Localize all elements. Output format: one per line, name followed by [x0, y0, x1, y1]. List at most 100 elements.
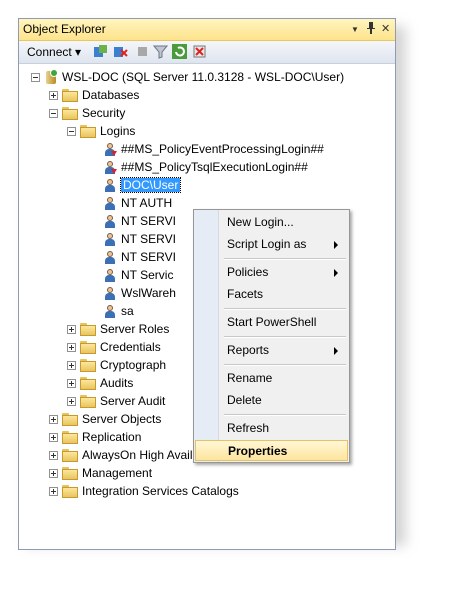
tree-node-server-objects[interactable]: Server Objects	[49, 410, 161, 428]
expand-icon[interactable]	[49, 414, 58, 424]
login-label: DOC\User	[119, 177, 182, 193]
expand-icon[interactable]	[49, 90, 58, 100]
tree-node-label: Replication	[82, 430, 142, 444]
login-item[interactable]: ##MS_PolicyTsqlExecutionLogin##	[103, 158, 308, 176]
login-label: ##MS_PolicyTsqlExecutionLogin##	[121, 160, 308, 174]
menu-separator	[224, 364, 346, 366]
menu-item-start-powershell[interactable]: Start PowerShell	[195, 312, 348, 333]
folder-icon	[62, 88, 78, 102]
login-item[interactable]: WslWareh	[103, 284, 176, 302]
panel-title: Object Explorer	[23, 22, 106, 36]
collapse-icon[interactable]	[49, 108, 58, 118]
tree-node-label: Integration Services Catalogs	[82, 484, 239, 498]
tree-node-label: Security	[82, 106, 126, 120]
tree-node-server[interactable]: WSL-DOC (SQL Server 11.0.3128 - WSL-DOC\…	[31, 68, 344, 86]
login-icon	[103, 214, 117, 229]
expand-icon[interactable]	[67, 378, 76, 388]
menu-item-delete[interactable]: Delete	[195, 390, 348, 411]
expand-icon[interactable]	[49, 486, 58, 496]
expand-icon[interactable]	[49, 468, 58, 478]
login-icon	[103, 286, 117, 301]
folder-icon	[80, 322, 96, 336]
folder-icon	[62, 106, 78, 120]
menu-item-facets[interactable]: Facets	[195, 284, 348, 305]
login-label: NT Servic	[121, 268, 174, 282]
menu-item-properties[interactable]: Properties	[195, 440, 348, 461]
submenu-arrow-icon	[334, 269, 338, 277]
tree-node-credentials[interactable]: Credentials	[67, 338, 161, 356]
server-icon	[44, 69, 58, 85]
expand-icon[interactable]	[49, 450, 58, 460]
filter-icon[interactable]	[152, 44, 169, 59]
stop-icon[interactable]	[135, 44, 150, 59]
expand-icon[interactable]	[49, 432, 58, 442]
tree-node-audits[interactable]: Audits	[67, 374, 133, 392]
login-item[interactable]: NT AUTH	[103, 194, 172, 212]
expand-icon[interactable]	[67, 360, 76, 370]
login-icon	[103, 232, 117, 247]
menu-item-reports[interactable]: Reports	[195, 340, 348, 361]
delete-icon[interactable]	[192, 44, 207, 59]
toolbar: Connect ▾	[19, 41, 395, 64]
window-position-dropdown-icon[interactable]: ▼	[351, 25, 359, 34]
tree-node-cryptographic[interactable]: Cryptograph	[67, 356, 166, 374]
tree-node-replication[interactable]: Replication	[49, 428, 141, 446]
tree-node-label: Server Roles	[100, 322, 170, 336]
tree-node-label: Credentials	[100, 340, 161, 354]
tree-node-databases[interactable]: Databases	[49, 86, 139, 104]
tree-node-label: Server Audit	[100, 394, 166, 408]
folder-icon	[80, 376, 96, 390]
folder-icon	[62, 484, 78, 498]
login-item[interactable]: NT SERVI	[103, 248, 176, 266]
folder-icon	[62, 430, 78, 444]
pin-icon[interactable]	[366, 22, 376, 37]
folder-icon	[80, 124, 96, 138]
close-icon[interactable]: ✕	[381, 22, 390, 35]
login-item-selected[interactable]: DOC\User	[103, 176, 182, 194]
folder-icon	[80, 358, 96, 372]
menu-item-policies[interactable]: Policies	[195, 262, 348, 283]
menu-item-rename[interactable]: Rename	[195, 368, 348, 389]
tree-node-server-audit[interactable]: Server Audit	[67, 392, 165, 410]
submenu-arrow-icon	[334, 241, 338, 249]
tree-node-management[interactable]: Management	[49, 464, 152, 482]
login-item[interactable]: NT SERVI	[103, 230, 176, 248]
tree-node-integration-services[interactable]: Integration Services Catalogs	[49, 482, 239, 500]
expand-icon[interactable]	[67, 396, 76, 406]
expand-icon[interactable]	[67, 324, 76, 334]
login-item[interactable]: NT Servic	[103, 266, 173, 284]
expand-icon[interactable]	[67, 342, 76, 352]
folder-icon	[62, 412, 78, 426]
collapse-icon[interactable]	[67, 126, 76, 136]
login-icon	[103, 196, 117, 211]
menu-separator	[224, 414, 346, 416]
menu-item-new-login[interactable]: New Login...	[195, 212, 348, 233]
connect-button[interactable]: Connect ▾	[27, 45, 81, 59]
title-bar: Object Explorer ▼ ✕	[19, 19, 395, 41]
login-label: WslWareh	[121, 286, 176, 300]
login-item[interactable]: NT SERVI	[103, 212, 176, 230]
login-icon	[103, 268, 117, 283]
login-disabled-icon	[103, 160, 117, 175]
menu-item-script-login-as[interactable]: Script Login as	[195, 234, 348, 255]
login-icon	[103, 178, 117, 193]
submenu-arrow-icon	[334, 347, 338, 355]
login-icon	[103, 250, 117, 265]
login-item[interactable]: sa	[103, 302, 134, 320]
tree-node-server-roles[interactable]: Server Roles	[67, 320, 169, 338]
login-item[interactable]: ##MS_PolicyEventProcessingLogin##	[103, 140, 324, 158]
menu-separator	[224, 336, 346, 338]
collapse-icon[interactable]	[31, 72, 40, 82]
object-explorer-panel: Object Explorer ▼ ✕ Connect ▾ WSL-DOC (S…	[18, 18, 396, 550]
tree-node-label: Cryptograph	[100, 358, 167, 372]
menu-item-refresh[interactable]: Refresh	[195, 418, 348, 439]
refresh-icon[interactable]	[172, 44, 187, 59]
folder-icon	[80, 394, 96, 408]
login-label: NT SERVI	[121, 214, 176, 228]
tree-node-security[interactable]: Security	[49, 104, 125, 122]
login-disabled-icon	[103, 142, 117, 157]
folder-icon	[80, 340, 96, 354]
disconnect-icon[interactable]	[113, 44, 128, 59]
connect-object-explorer-icon[interactable]	[93, 44, 108, 59]
tree-node-logins[interactable]: Logins	[67, 122, 135, 140]
